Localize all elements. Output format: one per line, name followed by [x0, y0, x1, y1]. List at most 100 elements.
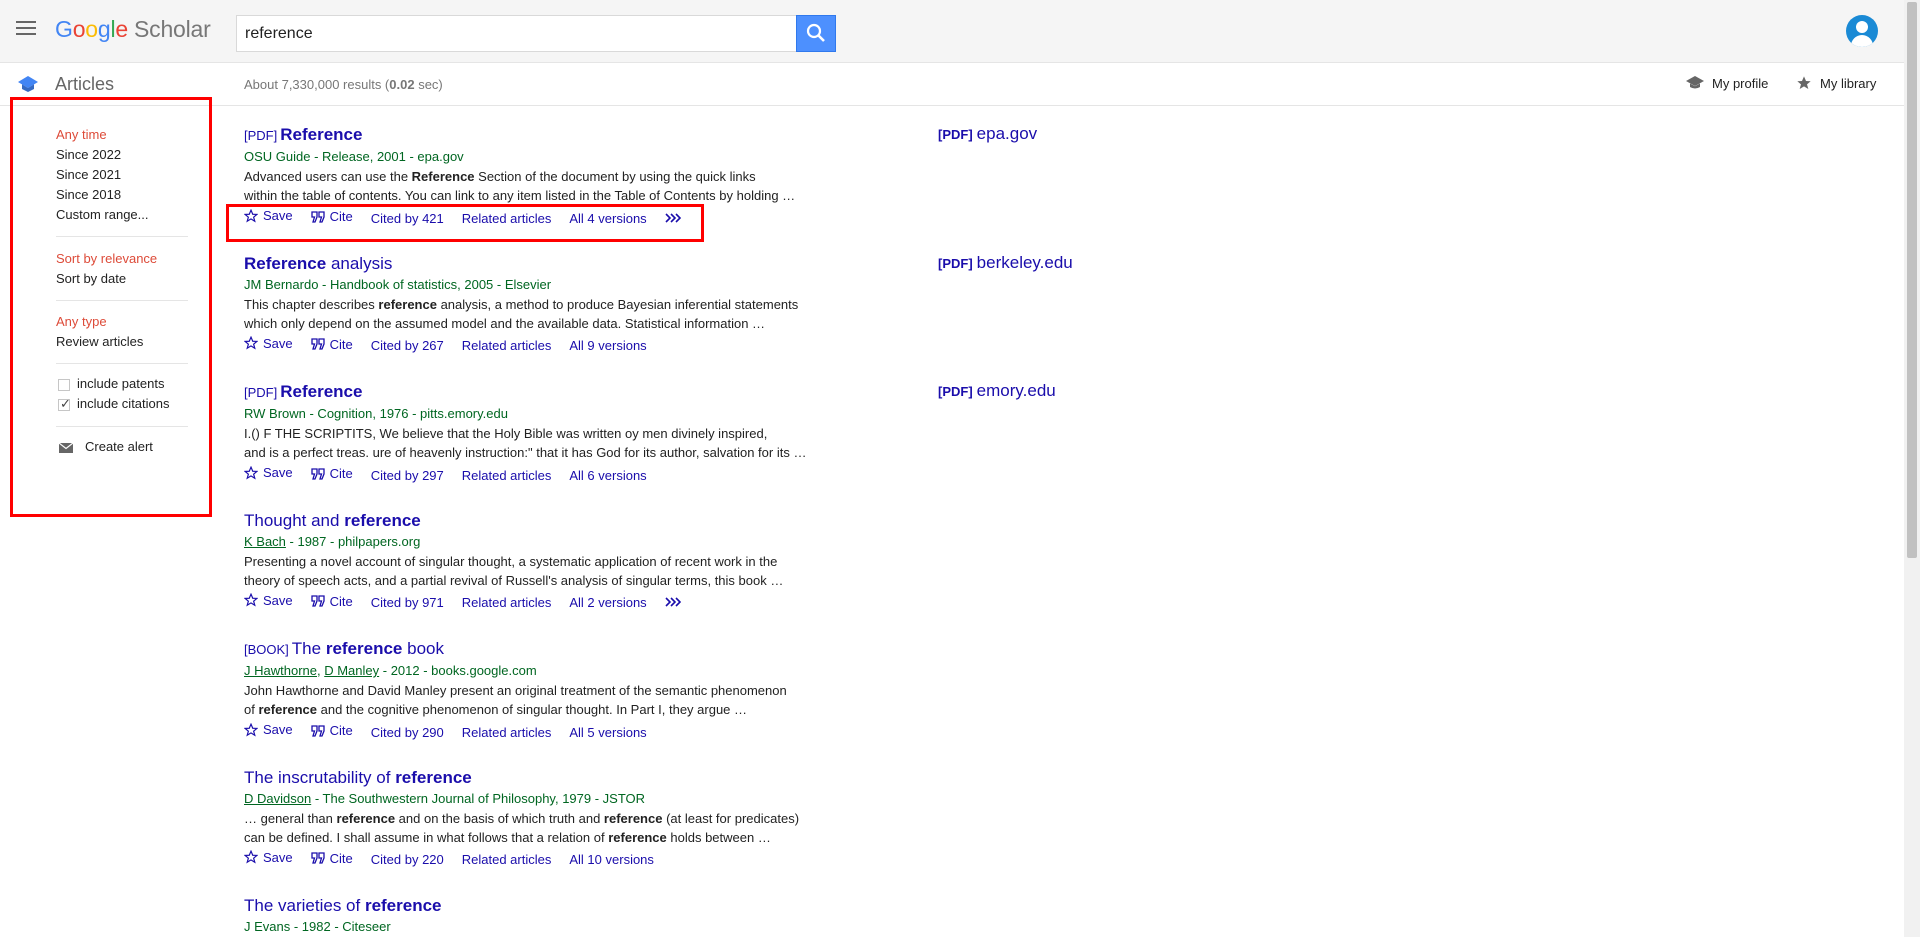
page-scrollbar[interactable] [1904, 0, 1920, 937]
star-outline-icon [244, 465, 258, 480]
result-actions: Save Cite Cited by 297 Related articles All … [244, 463, 810, 484]
create-alert-link[interactable]: Create alert [85, 439, 153, 454]
result-title-link[interactable]: The varieties of reference [244, 895, 810, 917]
related-articles-link[interactable]: Related articles [462, 466, 552, 485]
snippet-text: can be defined. I shall assume in what f… [244, 829, 609, 845]
result-actions: Save Cite Cited by 290 Related articles All … [244, 720, 810, 741]
snippet-text: Advanced users can use the [244, 169, 412, 184]
cite-button[interactable]: Cite [310, 335, 353, 354]
result-title-text: The inscrutability of [244, 767, 396, 787]
related-articles-link[interactable]: Related articles [462, 336, 552, 355]
result-meta-text: - 2012 - books.google.com [379, 663, 537, 678]
result-type-tag: [PDF] [244, 385, 278, 400]
pdf-side-link[interactable]: [PDF] epa.gov [938, 124, 1037, 144]
snippet-line: which only depend on the assumed model a… [244, 314, 810, 333]
related-articles-link[interactable]: Related articles [462, 850, 552, 869]
filter-any-time[interactable]: Any time [56, 127, 107, 142]
save-button[interactable]: Save [244, 848, 293, 867]
all-versions-link[interactable]: All 2 versions [569, 593, 646, 612]
result-title-link[interactable]: Thought and reference [244, 510, 810, 532]
snippet-line: Advanced users can use the Reference Sec… [244, 167, 810, 186]
sort-by-date[interactable]: Sort by date [56, 271, 126, 286]
save-button[interactable]: Save [244, 591, 293, 610]
all-versions-link[interactable]: All 5 versions [569, 723, 646, 742]
cited-by-link[interactable]: Cited by 267 [371, 336, 444, 355]
graduation-cap-icon [1686, 76, 1704, 89]
sort-by-relevance[interactable]: Sort by relevance [56, 251, 157, 266]
pdf-domain: emory.edu [976, 381, 1056, 400]
snippet-text: which only depend on the assumed model a… [244, 315, 766, 331]
cited-by-link[interactable]: Cited by 220 [371, 850, 444, 869]
author-link[interactable]: J Hawthorne [244, 663, 317, 678]
result-authors-source: JM Bernardo - Handbook of statistics, 20… [244, 275, 810, 295]
all-versions-link[interactable]: All 10 versions [569, 850, 654, 869]
pdf-tag: [PDF] [938, 384, 973, 399]
result-title-link[interactable]: The inscrutability of reference [244, 767, 810, 789]
result-snippet: This chapter describes reference analysi… [244, 295, 810, 333]
cite-button[interactable]: Cite [310, 592, 353, 611]
star-outline-icon [244, 593, 258, 607]
related-articles-link[interactable]: Related articles [462, 723, 552, 742]
snippet-text: Section of the document by using the qui… [474, 169, 756, 184]
cite-button[interactable]: Cite [310, 721, 353, 740]
result-title-link[interactable]: [PDF] Reference [244, 381, 810, 404]
include-patents-checkbox[interactable] [58, 379, 70, 391]
filter-since-2021[interactable]: Since 2021 [56, 167, 121, 182]
quote-icon [310, 724, 325, 737]
filter-since-2022[interactable]: Since 2022 [56, 147, 121, 162]
menu-icon[interactable] [16, 21, 36, 37]
all-versions-link[interactable]: All 6 versions [569, 466, 646, 485]
envelope-icon [59, 443, 73, 453]
result-title-link[interactable]: Reference analysis [244, 253, 810, 275]
snippet-text: reference [603, 810, 663, 826]
cited-by-link[interactable]: Cited by 290 [371, 723, 444, 742]
star-outline-icon [244, 722, 258, 737]
author-link[interactable]: D Manley [324, 663, 379, 678]
include-patents-label[interactable]: include patents [77, 376, 164, 391]
snippet-text: reference [336, 810, 396, 826]
snippet-text: John Hawthorne and David Manley present … [244, 683, 787, 698]
my-library-link[interactable]: My library [1796, 75, 1876, 91]
search-input[interactable] [236, 15, 797, 52]
save-button[interactable]: Save [244, 334, 293, 353]
scrollbar-thumb[interactable] [1907, 2, 1917, 558]
filter-custom-range[interactable]: Custom range... [56, 207, 149, 222]
cite-button[interactable]: Cite [310, 849, 353, 868]
snippet-line: theory of speech acts, and a partial rev… [244, 571, 810, 590]
cited-by-link[interactable]: Cited by 297 [371, 466, 444, 485]
all-versions-link[interactable]: All 9 versions [569, 336, 646, 355]
include-citations-checkbox[interactable]: ✓ [58, 397, 71, 411]
snippet-text: Reference [411, 169, 475, 184]
cite-button[interactable]: Cite [310, 464, 353, 483]
related-articles-link[interactable]: Related articles [462, 593, 552, 612]
result-actions: Save Cite Cited by 971 Related articles All … [244, 591, 810, 612]
snippet-text: This chapter describes [244, 296, 379, 312]
google-scholar-logo[interactable]: Google Scholar [55, 16, 211, 43]
pdf-side-link[interactable]: [PDF] emory.edu [938, 381, 1056, 401]
more-actions-button[interactable] [665, 597, 686, 607]
articles-icon [18, 76, 38, 92]
my-profile-link[interactable]: My profile [1686, 75, 1768, 91]
result-title-text: The varieties of [244, 896, 365, 915]
save-button[interactable]: Save [244, 463, 293, 482]
type-any[interactable]: Any type [56, 314, 107, 329]
search-button[interactable] [796, 15, 836, 52]
cited-by-link[interactable]: Cited by 971 [371, 593, 444, 612]
snippet-text: Presenting a novel account of singular t… [244, 553, 778, 569]
filter-since-2018[interactable]: Since 2018 [56, 187, 121, 202]
include-citations-label[interactable]: include citations [77, 396, 170, 411]
result-title-link[interactable]: [BOOK] The reference book [244, 638, 810, 661]
author-link[interactable]: D Davidson [244, 791, 311, 806]
action-label: Save [263, 849, 293, 865]
pdf-tag: [PDF] [938, 255, 973, 271]
search-result: Reference analysis JM Bernardo - Handbook… [244, 253, 810, 355]
account-avatar[interactable] [1846, 15, 1878, 47]
save-button[interactable]: Save [244, 720, 293, 739]
results-count: About 7,330,000 results (0.02 sec) [244, 77, 443, 92]
author-link[interactable]: K Bach [244, 534, 286, 549]
type-review-articles[interactable]: Review articles [56, 334, 143, 349]
result-authors-source: K Bach - 1987 - philpapers.org [244, 532, 810, 552]
pdf-side-link[interactable]: [PDF] berkeley.edu [938, 253, 1073, 273]
action-label: Cite [329, 336, 353, 352]
result-title-link[interactable]: [PDF] Reference [244, 124, 810, 147]
